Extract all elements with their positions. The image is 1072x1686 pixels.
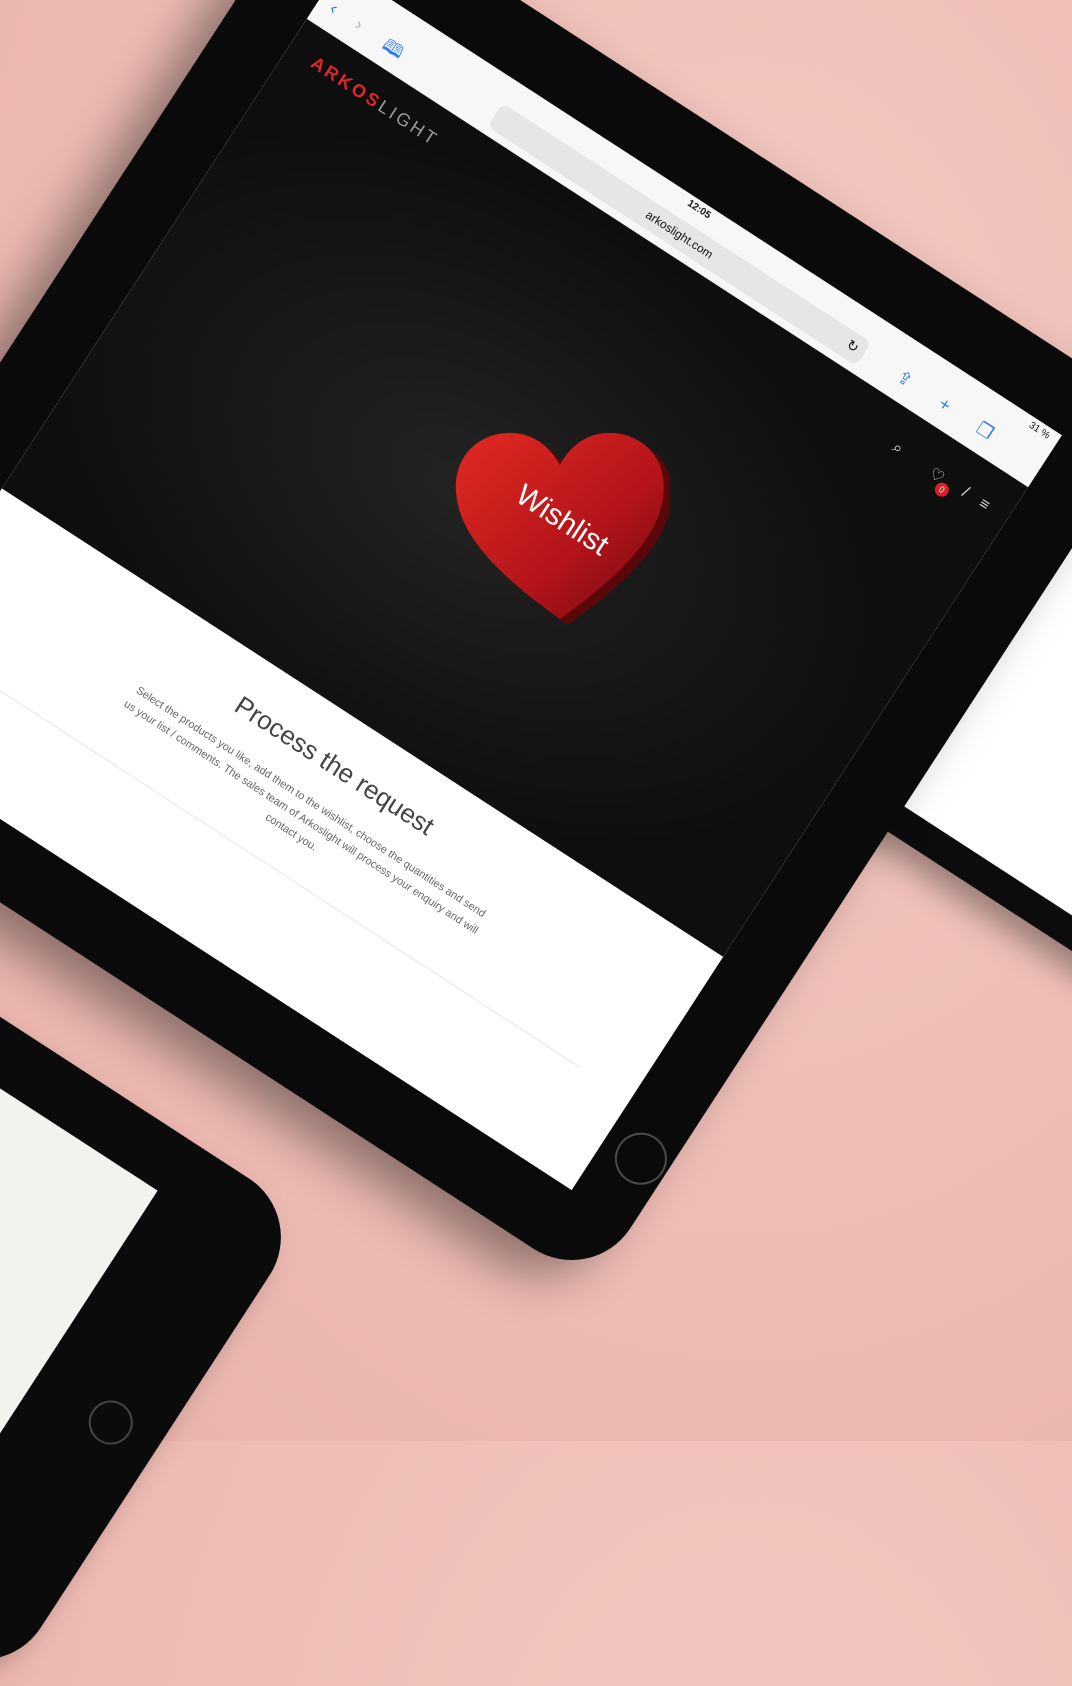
- new-tab-icon[interactable]: +: [935, 393, 955, 416]
- tabs-icon[interactable]: ❐: [972, 418, 997, 444]
- bookmarks-icon[interactable]: 🕮: [374, 33, 408, 70]
- logo-light: LIGHT: [374, 96, 443, 150]
- heart-graphic: Wishlist: [450, 429, 672, 629]
- home-button[interactable]: [80, 1392, 142, 1453]
- main-tablet: iPad 12:05 31 % ‹ › 🕮 arkoslight.com ↻ ⇪…: [0, 0, 1072, 1287]
- divider: /: [958, 484, 972, 501]
- back-icon[interactable]: ‹: [326, 0, 342, 19]
- main-tablet-screen: iPad 12:05 31 % ‹ › 🕮 arkoslight.com ↻ ⇪…: [0, 0, 1062, 1191]
- home-button[interactable]: [604, 1122, 677, 1195]
- menu-icon[interactable]: ≡: [975, 495, 993, 515]
- search-icon[interactable]: ⌕: [889, 439, 906, 459]
- share-icon[interactable]: ⇪: [893, 366, 917, 392]
- forward-icon[interactable]: ›: [351, 14, 367, 35]
- logo-arkos: ARKOS: [307, 52, 386, 113]
